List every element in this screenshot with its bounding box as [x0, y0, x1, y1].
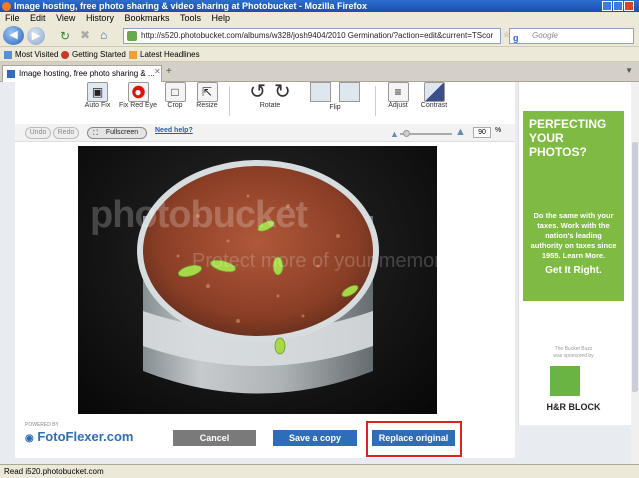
watermark-brand: photobucket: [90, 194, 308, 236]
getting-started-icon: [61, 51, 69, 59]
minimize-icon[interactable]: [602, 1, 612, 11]
need-help-link[interactable]: Need help?: [155, 127, 193, 134]
close-icon[interactable]: [624, 1, 634, 11]
edited-photo: [78, 146, 437, 414]
firefox-icon: [2, 2, 11, 11]
most-visited-icon: [4, 51, 12, 59]
tool-resize[interactable]: ⇱ Resize: [192, 82, 222, 119]
zoom-out-icon[interactable]: ▲: [390, 129, 399, 139]
watermark-tagline: Protect more of your memories for less.: [192, 250, 543, 272]
rotate-right-icon: ↻: [274, 81, 291, 103]
save-copy-button[interactable]: Save a copy: [273, 430, 357, 446]
tool-contrast[interactable]: Contrast: [417, 82, 451, 119]
new-tab-icon[interactable]: +: [166, 66, 172, 77]
tab-bar: Image hosting, free photo sharing & ... …: [0, 62, 639, 82]
seedling-cup-illustration: [137, 160, 379, 394]
url-input[interactable]: http://s520.photobucket.com/albums/w328/…: [123, 28, 501, 44]
resize-icon: ⇱: [196, 82, 218, 102]
tool-adjust[interactable]: ≡ Adjust: [383, 82, 413, 119]
fotoflexer-icon: ◉: [25, 433, 34, 444]
ad-body: Do the same with your taxes. Work with t…: [530, 211, 617, 260]
tab-favicon-icon: [7, 70, 15, 78]
flip-horizontal-icon: [310, 82, 331, 102]
window-title: Image hosting, free photo sharing & vide…: [14, 1, 368, 11]
google-icon: g: [513, 33, 519, 43]
status-text: Read i520.photobucket.com: [4, 467, 104, 476]
home-icon[interactable]: ⌂: [100, 28, 107, 42]
tool-auto-fix[interactable]: ▣ Auto Fix: [80, 82, 115, 119]
ad-brand: H&R BLOCK: [546, 402, 601, 412]
window-controls[interactable]: [601, 1, 637, 11]
search-placeholder: Google: [532, 31, 558, 40]
flip-vertical-icon: [339, 82, 360, 102]
ad-banner[interactable]: PERFECTING YOUR PHOTOS? Do the same with…: [523, 111, 624, 301]
scrollbar-thumb[interactable]: [632, 142, 638, 392]
menu-tools[interactable]: Tools: [180, 13, 201, 23]
hr-block-logo-icon: [550, 366, 580, 396]
zoom-unit: %: [495, 127, 502, 134]
menu-history[interactable]: History: [86, 13, 114, 23]
maximize-icon[interactable]: [613, 1, 623, 11]
bookmark-getting-started[interactable]: Getting Started: [72, 47, 126, 62]
tool-flip[interactable]: Flip: [307, 82, 363, 119]
fullscreen-button[interactable]: ⛶ Fullscreen: [87, 127, 147, 139]
menu-edit[interactable]: Edit: [30, 13, 46, 23]
window-title-bar: Image hosting, free photo sharing & vide…: [0, 0, 639, 12]
zoom-input[interactable]: 90: [473, 127, 491, 138]
tool-fix-red-eye[interactable]: ● Fix Red Eye: [116, 82, 160, 119]
crop-icon: □: [164, 82, 186, 102]
stop-icon[interactable]: ✖: [80, 28, 90, 42]
redo-button[interactable]: Redo: [53, 127, 79, 139]
contrast-icon: [423, 82, 445, 102]
tool-rotate[interactable]: ↺ ↻ Rotate: [240, 82, 300, 119]
zoom-in-icon[interactable]: ▲: [455, 126, 466, 138]
menu-bar: File Edit View History Bookmarks Tools H…: [0, 12, 639, 25]
status-bar: Read i520.photobucket.com: [0, 464, 639, 478]
page-scrollbar[interactable]: [631, 82, 639, 464]
url-text: http://s520.photobucket.com/albums/w328/…: [141, 31, 494, 40]
tools-toolbar: ▣ Auto Fix ● Fix Red Eye □ Crop ⇱ Resize…: [15, 82, 515, 122]
bookmark-most-visited[interactable]: Most Visited: [15, 47, 58, 62]
undo-button[interactable]: Undo: [25, 127, 51, 139]
tool-separator: [375, 86, 376, 116]
sub-toolbar: Undo Redo ⛶ Fullscreen Need help? ▲ ▲ 90…: [15, 124, 515, 142]
rss-icon: [129, 51, 137, 59]
tab-label: Image hosting, free photo sharing & ...: [19, 69, 155, 78]
fullscreen-icon: ⛶: [93, 130, 98, 137]
replace-original-button[interactable]: Replace original: [372, 430, 455, 446]
forward-arrow-icon[interactable]: ▶: [27, 27, 45, 45]
back-arrow-icon[interactable]: ◀: [3, 26, 24, 45]
menu-help[interactable]: Help: [212, 13, 231, 23]
tab-close-icon[interactable]: ✕: [154, 67, 161, 76]
zoom-slider-thumb[interactable]: [403, 130, 410, 137]
list-tabs-icon[interactable]: ▼: [625, 66, 633, 75]
tool-separator: [229, 86, 230, 116]
adjust-sliders-icon: ≡: [387, 82, 409, 102]
bookmarks-toolbar: Most Visited Getting Started Latest Head…: [0, 47, 639, 62]
auto-fix-icon: ▣: [87, 82, 108, 102]
ad-headline: PERFECTING YOUR PHOTOS?: [529, 117, 607, 159]
rotate-left-icon: ↺: [249, 81, 266, 103]
red-eye-icon: ●: [127, 82, 149, 102]
cancel-button[interactable]: Cancel: [173, 430, 256, 446]
tool-crop[interactable]: □ Crop: [162, 82, 188, 119]
ad-sponsor-note: The Bucket Buzz was sponsored by: [553, 346, 594, 359]
navigation-toolbar: ◀ ▶ ↻ ✖ ⌂ http://s520.photobucket.com/al…: [0, 25, 639, 47]
photobucket-watermark: photobucket: [90, 194, 550, 237]
reload-icon[interactable]: ↻: [60, 29, 70, 43]
tab-photobucket[interactable]: Image hosting, free photo sharing & ...: [2, 65, 162, 82]
ad-cta: Get It Right.: [545, 265, 602, 276]
search-input[interactable]: g Google: [509, 28, 634, 44]
bookmark-latest-headlines[interactable]: Latest Headlines: [140, 47, 200, 62]
powered-by: POWERED BY: [25, 422, 59, 428]
site-favicon-icon: [127, 31, 137, 41]
menu-file[interactable]: File: [5, 13, 20, 23]
menu-view[interactable]: View: [56, 13, 75, 23]
fotoflexer-logo[interactable]: ◉ FotoFlexer.com: [25, 429, 133, 444]
menu-bookmarks[interactable]: Bookmarks: [124, 13, 169, 23]
